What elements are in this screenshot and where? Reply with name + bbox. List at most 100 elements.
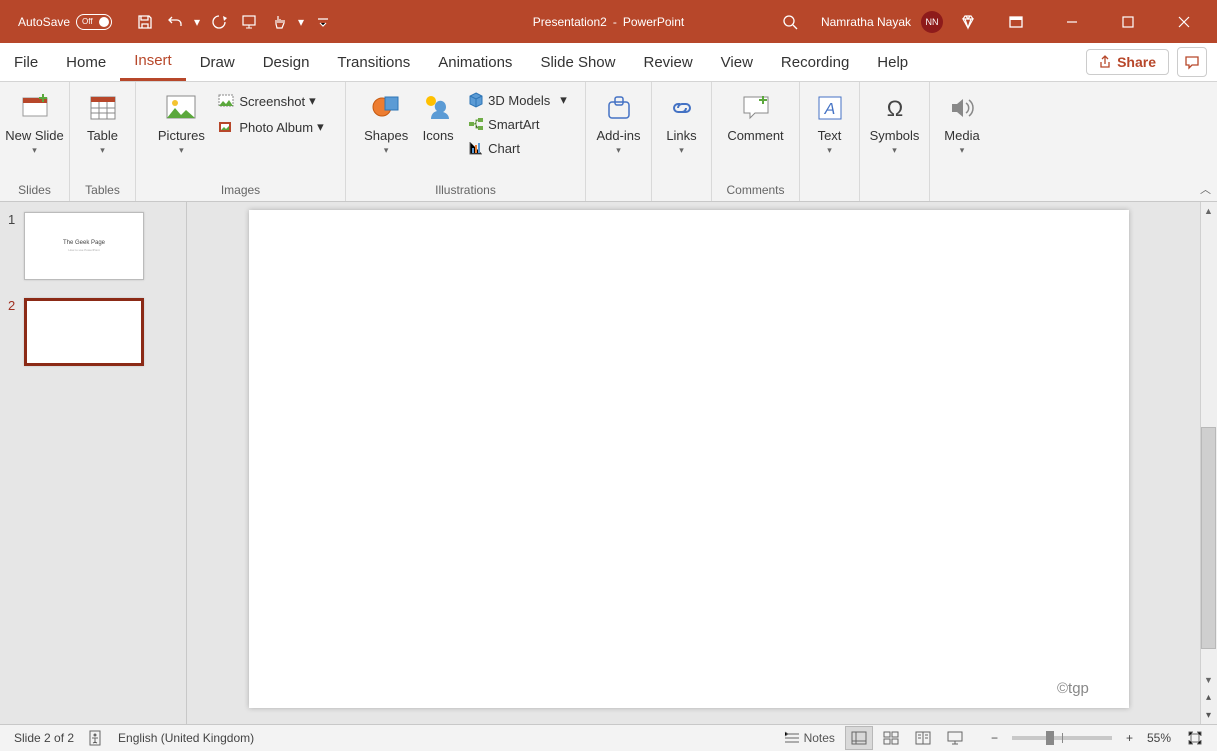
close-button[interactable] bbox=[1161, 0, 1207, 43]
next-slide-icon[interactable]: ▾ bbox=[1200, 707, 1217, 724]
user-avatar[interactable]: NN bbox=[921, 11, 943, 33]
accessibility-icon[interactable] bbox=[88, 730, 104, 746]
shapes-icon bbox=[368, 90, 404, 126]
notes-button[interactable]: Notes bbox=[778, 726, 841, 750]
tab-insert[interactable]: Insert bbox=[120, 43, 186, 81]
pictures-button[interactable]: Pictures▾ bbox=[153, 86, 209, 156]
ribbon: New Slide▾ Slides Table▾ Tables Pictures… bbox=[0, 82, 1217, 202]
photo-album-button[interactable]: Photo Album ▾ bbox=[213, 116, 327, 138]
maximize-button[interactable] bbox=[1105, 0, 1151, 43]
tab-slideshow[interactable]: Slide Show bbox=[526, 43, 629, 81]
reading-view-button[interactable] bbox=[909, 726, 937, 750]
tab-help[interactable]: Help bbox=[863, 43, 922, 81]
speaker-icon bbox=[944, 90, 980, 126]
tab-home[interactable]: Home bbox=[52, 43, 120, 81]
vertical-scrollbar[interactable]: ▲ ▼ ▴ ▾ bbox=[1200, 202, 1217, 724]
slide-thumbnail-2[interactable] bbox=[24, 298, 144, 366]
picture-icon bbox=[163, 90, 199, 126]
slide-editor[interactable]: ©tgp ▲ ▼ ▴ ▾ bbox=[187, 202, 1217, 724]
tab-animations[interactable]: Animations bbox=[424, 43, 526, 81]
tab-recording[interactable]: Recording bbox=[767, 43, 863, 81]
customize-qat-button[interactable] bbox=[308, 7, 338, 37]
slideshow-from-start-button[interactable] bbox=[234, 7, 264, 37]
group-label-tables: Tables bbox=[76, 181, 129, 201]
group-label-images: Images bbox=[142, 181, 339, 201]
comment-icon bbox=[738, 90, 774, 126]
new-slide-icon bbox=[17, 90, 53, 126]
touch-mode-button[interactable] bbox=[264, 7, 294, 37]
minimize-button[interactable] bbox=[1049, 0, 1095, 43]
new-slide-button[interactable]: New Slide▾ bbox=[5, 86, 65, 156]
zoom-slider[interactable] bbox=[1012, 736, 1112, 740]
search-button[interactable] bbox=[775, 7, 805, 37]
smartart-button[interactable]: SmartArt bbox=[464, 114, 571, 134]
slide-thumbnail-1[interactable]: The Geek Page How to use PowerPoint bbox=[24, 212, 144, 280]
svg-text:A: A bbox=[823, 101, 835, 118]
fit-to-window-button[interactable] bbox=[1181, 726, 1209, 750]
links-button[interactable]: Links▾ bbox=[652, 86, 712, 156]
symbols-button[interactable]: Ω Symbols▾ bbox=[865, 86, 925, 156]
tab-review[interactable]: Review bbox=[629, 43, 706, 81]
thumb-number-1: 1 bbox=[8, 212, 18, 227]
watermark: ©tgp bbox=[1057, 680, 1089, 697]
text-icon: A bbox=[812, 90, 848, 126]
tab-view[interactable]: View bbox=[707, 43, 767, 81]
touch-dropdown[interactable]: ▾ bbox=[294, 7, 308, 37]
share-icon bbox=[1099, 55, 1113, 69]
scroll-up-icon[interactable]: ▲ bbox=[1200, 202, 1217, 219]
toggle-switch-icon: Off bbox=[76, 14, 112, 30]
user-name[interactable]: Namratha Nayak bbox=[821, 15, 911, 29]
shapes-button[interactable]: Shapes▾ bbox=[360, 86, 412, 156]
text-button[interactable]: A Text▾ bbox=[800, 86, 860, 156]
tab-file[interactable]: File bbox=[0, 43, 52, 81]
slide-thumbnails-pane[interactable]: 1 The Geek Page How to use PowerPoint 2 bbox=[0, 202, 187, 724]
zoom-level[interactable]: 55% bbox=[1147, 731, 1171, 745]
diamond-icon[interactable] bbox=[953, 7, 983, 37]
normal-view-button[interactable] bbox=[845, 726, 873, 750]
screenshot-button[interactable]: Screenshot ▾ bbox=[213, 90, 327, 112]
icons-button[interactable]: Icons bbox=[416, 86, 460, 143]
smartart-icon bbox=[468, 116, 484, 132]
group-label-slides: Slides bbox=[6, 181, 63, 201]
addins-button[interactable]: Add-ins▾ bbox=[589, 86, 649, 156]
addins-icon bbox=[601, 90, 637, 126]
zoom-in-button[interactable]: + bbox=[1122, 731, 1137, 745]
chart-button[interactable]: Chart bbox=[464, 138, 571, 158]
document-title: Presentation2 - PowerPoint bbox=[533, 15, 684, 29]
scroll-down-icon[interactable]: ▼ bbox=[1200, 671, 1217, 688]
share-button[interactable]: Share bbox=[1086, 49, 1169, 75]
svg-text:Ω: Ω bbox=[886, 96, 902, 121]
photo-album-icon bbox=[217, 118, 235, 136]
language-status[interactable]: English (United Kingdom) bbox=[118, 731, 254, 745]
slide-canvas[interactable] bbox=[249, 210, 1129, 708]
3d-models-button[interactable]: 3D Models ▾ bbox=[464, 90, 571, 110]
autosave-label: AutoSave bbox=[18, 15, 70, 29]
ribbon-tabs: File Home Insert Draw Design Transitions… bbox=[0, 43, 1217, 82]
slideshow-view-button[interactable] bbox=[941, 726, 969, 750]
media-button[interactable]: Media▾ bbox=[932, 86, 992, 156]
title-bar: AutoSave Off ▾ ▾ Presentation2 - PowerPo… bbox=[0, 0, 1217, 43]
autosave-toggle[interactable]: AutoSave Off bbox=[18, 14, 112, 30]
status-bar: Slide 2 of 2 English (United Kingdom) No… bbox=[0, 724, 1217, 751]
comments-pane-button[interactable] bbox=[1177, 47, 1207, 77]
tab-design[interactable]: Design bbox=[249, 43, 324, 81]
zoom-out-button[interactable]: − bbox=[987, 731, 1002, 745]
undo-dropdown[interactable]: ▾ bbox=[190, 7, 204, 37]
undo-button[interactable] bbox=[160, 7, 190, 37]
scroll-thumb[interactable] bbox=[1201, 427, 1216, 649]
table-button[interactable]: Table▾ bbox=[73, 86, 133, 156]
comment-button[interactable]: Comment bbox=[718, 86, 794, 143]
icons-icon bbox=[420, 90, 456, 126]
screenshot-icon bbox=[217, 92, 235, 110]
slide-counter[interactable]: Slide 2 of 2 bbox=[14, 731, 74, 745]
save-button[interactable] bbox=[130, 7, 160, 37]
ribbon-display-button[interactable] bbox=[993, 0, 1039, 43]
slide-sorter-button[interactable] bbox=[877, 726, 905, 750]
group-label-illustrations: Illustrations bbox=[352, 181, 579, 201]
prev-slide-icon[interactable]: ▴ bbox=[1200, 689, 1217, 706]
tab-draw[interactable]: Draw bbox=[186, 43, 249, 81]
redo-button[interactable] bbox=[204, 7, 234, 37]
tab-transitions[interactable]: Transitions bbox=[323, 43, 424, 81]
collapse-ribbon-button[interactable]: ︿ bbox=[1200, 181, 1211, 197]
main-area: 1 The Geek Page How to use PowerPoint 2 … bbox=[0, 202, 1217, 724]
